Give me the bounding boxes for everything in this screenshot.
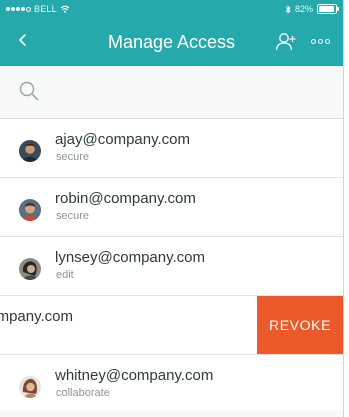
status-right: 82% <box>285 4 339 14</box>
list-item-swiped[interactable]: nt@company.com aborate REVOKE <box>0 296 343 355</box>
search-bar[interactable] <box>0 66 343 119</box>
list-item[interactable]: whitney@company.com collaborate <box>0 355 343 414</box>
avatar <box>19 258 41 280</box>
user-email: robin@company.com <box>55 190 196 207</box>
search-icon <box>19 81 39 101</box>
avatar <box>19 199 41 221</box>
user-email: lynsey@company.com <box>55 249 205 266</box>
user-email: nt@company.com <box>0 308 73 325</box>
user-list: ajay@company.com secure robin@company.co… <box>0 119 343 414</box>
header: BELL 82% Manage Access <box>0 0 343 66</box>
user-permission: secure <box>56 210 90 222</box>
avatar <box>19 140 41 162</box>
carrier-label: BELL <box>34 4 57 14</box>
add-user-icon[interactable] <box>275 31 297 51</box>
battery-icon <box>317 4 339 14</box>
signal-strength-icon <box>6 6 31 12</box>
user-email: whitney@company.com <box>55 367 214 384</box>
avatar <box>19 376 41 398</box>
battery-percent: 82% <box>294 4 313 14</box>
list-item[interactable]: robin@company.com secure <box>0 178 343 237</box>
wifi-icon <box>60 5 70 13</box>
swiped-content: nt@company.com aborate <box>0 296 243 354</box>
app-screen: BELL 82% Manage Access ajay@company.com … <box>0 0 343 417</box>
user-permission: collaborate <box>56 387 110 399</box>
revoke-button[interactable]: REVOKE <box>257 296 343 354</box>
bluetooth-icon <box>285 4 291 14</box>
list-item[interactable]: lynsey@company.com edit <box>0 237 343 296</box>
status-left: BELL <box>6 4 70 14</box>
more-icon[interactable] <box>305 31 335 51</box>
status-bar: BELL 82% <box>0 0 343 18</box>
user-permission: edit <box>56 269 74 281</box>
navigation-bar: Manage Access <box>0 18 343 66</box>
user-email: ajay@company.com <box>55 131 190 148</box>
list-bottom <box>0 410 343 417</box>
user-permission: secure <box>56 151 90 163</box>
list-item[interactable]: ajay@company.com secure <box>0 119 343 178</box>
